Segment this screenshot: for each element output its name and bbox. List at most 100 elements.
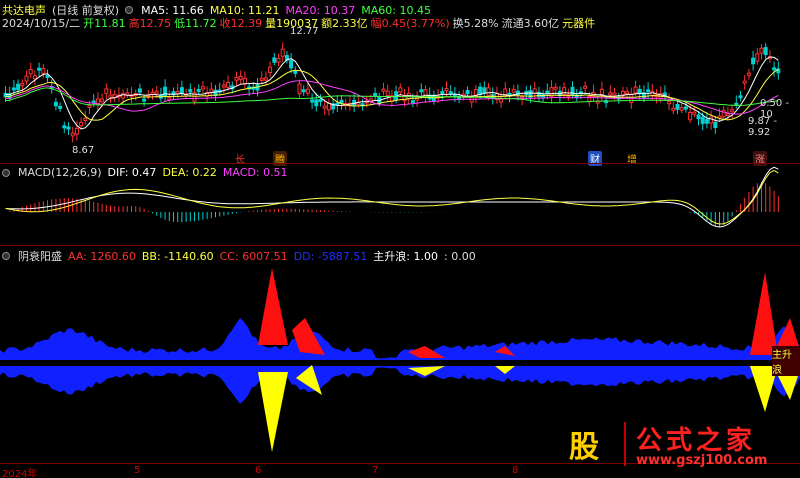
candle-body	[772, 67, 777, 71]
candle-body	[83, 118, 88, 122]
candle-body	[179, 87, 184, 94]
indicator-aa: AA: 1260.60	[68, 249, 136, 263]
candle-body	[66, 126, 71, 130]
candle-body	[671, 107, 676, 111]
candle-body	[398, 87, 403, 93]
candle-body	[679, 107, 684, 111]
candle-body	[41, 68, 46, 74]
candle-body	[478, 86, 483, 96]
candle-body	[612, 92, 617, 96]
candle-body	[465, 90, 470, 95]
candle-body	[314, 99, 319, 107]
candle-body	[373, 92, 378, 96]
candle-body	[763, 47, 768, 56]
candle-body	[305, 88, 310, 94]
candle-body	[100, 98, 105, 103]
candle-body	[738, 95, 743, 99]
panel-divider[interactable]	[0, 163, 800, 164]
candle-body	[700, 116, 705, 124]
candle-body	[742, 80, 747, 84]
indicator-header: 阴衰阳盛 AA: 1260.60 BB: -1140.60 CC: 6007.5…	[2, 248, 476, 264]
indicator-main: 主升浪: 1.00	[373, 250, 438, 263]
candle-body	[696, 114, 701, 120]
macd-dif: DIF: 0.47	[107, 166, 157, 179]
candle-body	[440, 91, 445, 95]
candle-body	[385, 90, 390, 96]
dd-spike	[258, 372, 288, 452]
candle-body	[200, 86, 205, 90]
logo-title: 公式之家	[636, 426, 757, 456]
panel-divider[interactable]	[0, 245, 800, 246]
candle-body	[263, 77, 268, 81]
candle-body	[326, 102, 331, 111]
macd-settings-icon[interactable]	[2, 168, 10, 177]
macd-title[interactable]: MACD(12,26,9)	[18, 166, 102, 179]
candle-body	[108, 94, 113, 98]
bb-area	[0, 366, 800, 404]
candle-body	[675, 104, 680, 110]
candle-body	[79, 121, 84, 127]
logo-url: www.gszj100.com	[636, 453, 768, 468]
candle-body	[625, 91, 630, 95]
site-logo: 股 公式之家 www.gszj100.com	[552, 420, 786, 470]
price-low-label: 8.67	[72, 145, 95, 156]
macd-value: MACD: 0.51	[222, 166, 288, 179]
candle-body	[688, 111, 693, 121]
price-right-label-b: 9.87 - 9.92	[748, 116, 778, 138]
candle-body	[704, 119, 709, 124]
axis-label-month: 8	[512, 465, 519, 476]
candle-body	[620, 90, 625, 95]
axis-label-month: 6	[255, 465, 262, 476]
candle-body	[272, 57, 277, 63]
candle-body	[142, 98, 147, 102]
candle-body	[553, 86, 558, 90]
candle-body	[137, 88, 142, 93]
axis-label-month: 5	[134, 465, 141, 476]
candle-body	[226, 81, 231, 88]
candle-body	[709, 116, 714, 124]
candle-body	[721, 109, 726, 118]
candle-body	[276, 58, 281, 63]
candle-body	[301, 89, 306, 93]
candle-body	[58, 105, 63, 109]
candle-body	[692, 111, 697, 115]
candle-body	[293, 70, 298, 74]
candle-body	[24, 75, 29, 82]
candle-body	[499, 98, 504, 103]
candle-body	[53, 101, 58, 107]
candle-body	[730, 109, 735, 113]
candle-body	[209, 88, 214, 93]
candle-body	[545, 90, 550, 94]
candle-body	[289, 60, 294, 69]
indicator-cc: CC: 6007.51	[219, 249, 288, 263]
candle-body	[70, 132, 75, 137]
price-high-label: 12.77	[290, 26, 319, 37]
candle-body	[486, 87, 491, 96]
candle-body	[20, 83, 25, 87]
candle-body	[310, 99, 315, 103]
candle-body	[62, 125, 67, 129]
main-wave-tag: 主升浪	[772, 346, 800, 376]
candle-body	[175, 90, 180, 94]
candle-body	[746, 72, 751, 76]
candle-body	[751, 57, 756, 65]
candle-body	[297, 83, 302, 95]
candle-body	[74, 128, 79, 135]
candle-body	[318, 98, 323, 102]
indicator-dd: DD: -5887.51	[293, 249, 368, 263]
indicator-title[interactable]: 阴衰阳盛	[18, 248, 62, 264]
candle-body	[37, 67, 42, 71]
candle-body	[583, 85, 588, 89]
indicator-bb: BB: -1140.60	[141, 249, 214, 263]
candle-body	[268, 66, 273, 74]
axis-label-year: 2024年	[2, 469, 38, 478]
candle-body	[662, 92, 667, 96]
candle-body	[104, 88, 109, 94]
candle-body	[16, 83, 21, 90]
candle-body	[154, 90, 159, 94]
candle-body	[87, 104, 92, 108]
candle-body	[444, 88, 449, 92]
chart-canvas[interactable]	[0, 0, 800, 478]
candle-body	[650, 90, 655, 97]
indicator-settings-icon[interactable]	[2, 252, 10, 260]
